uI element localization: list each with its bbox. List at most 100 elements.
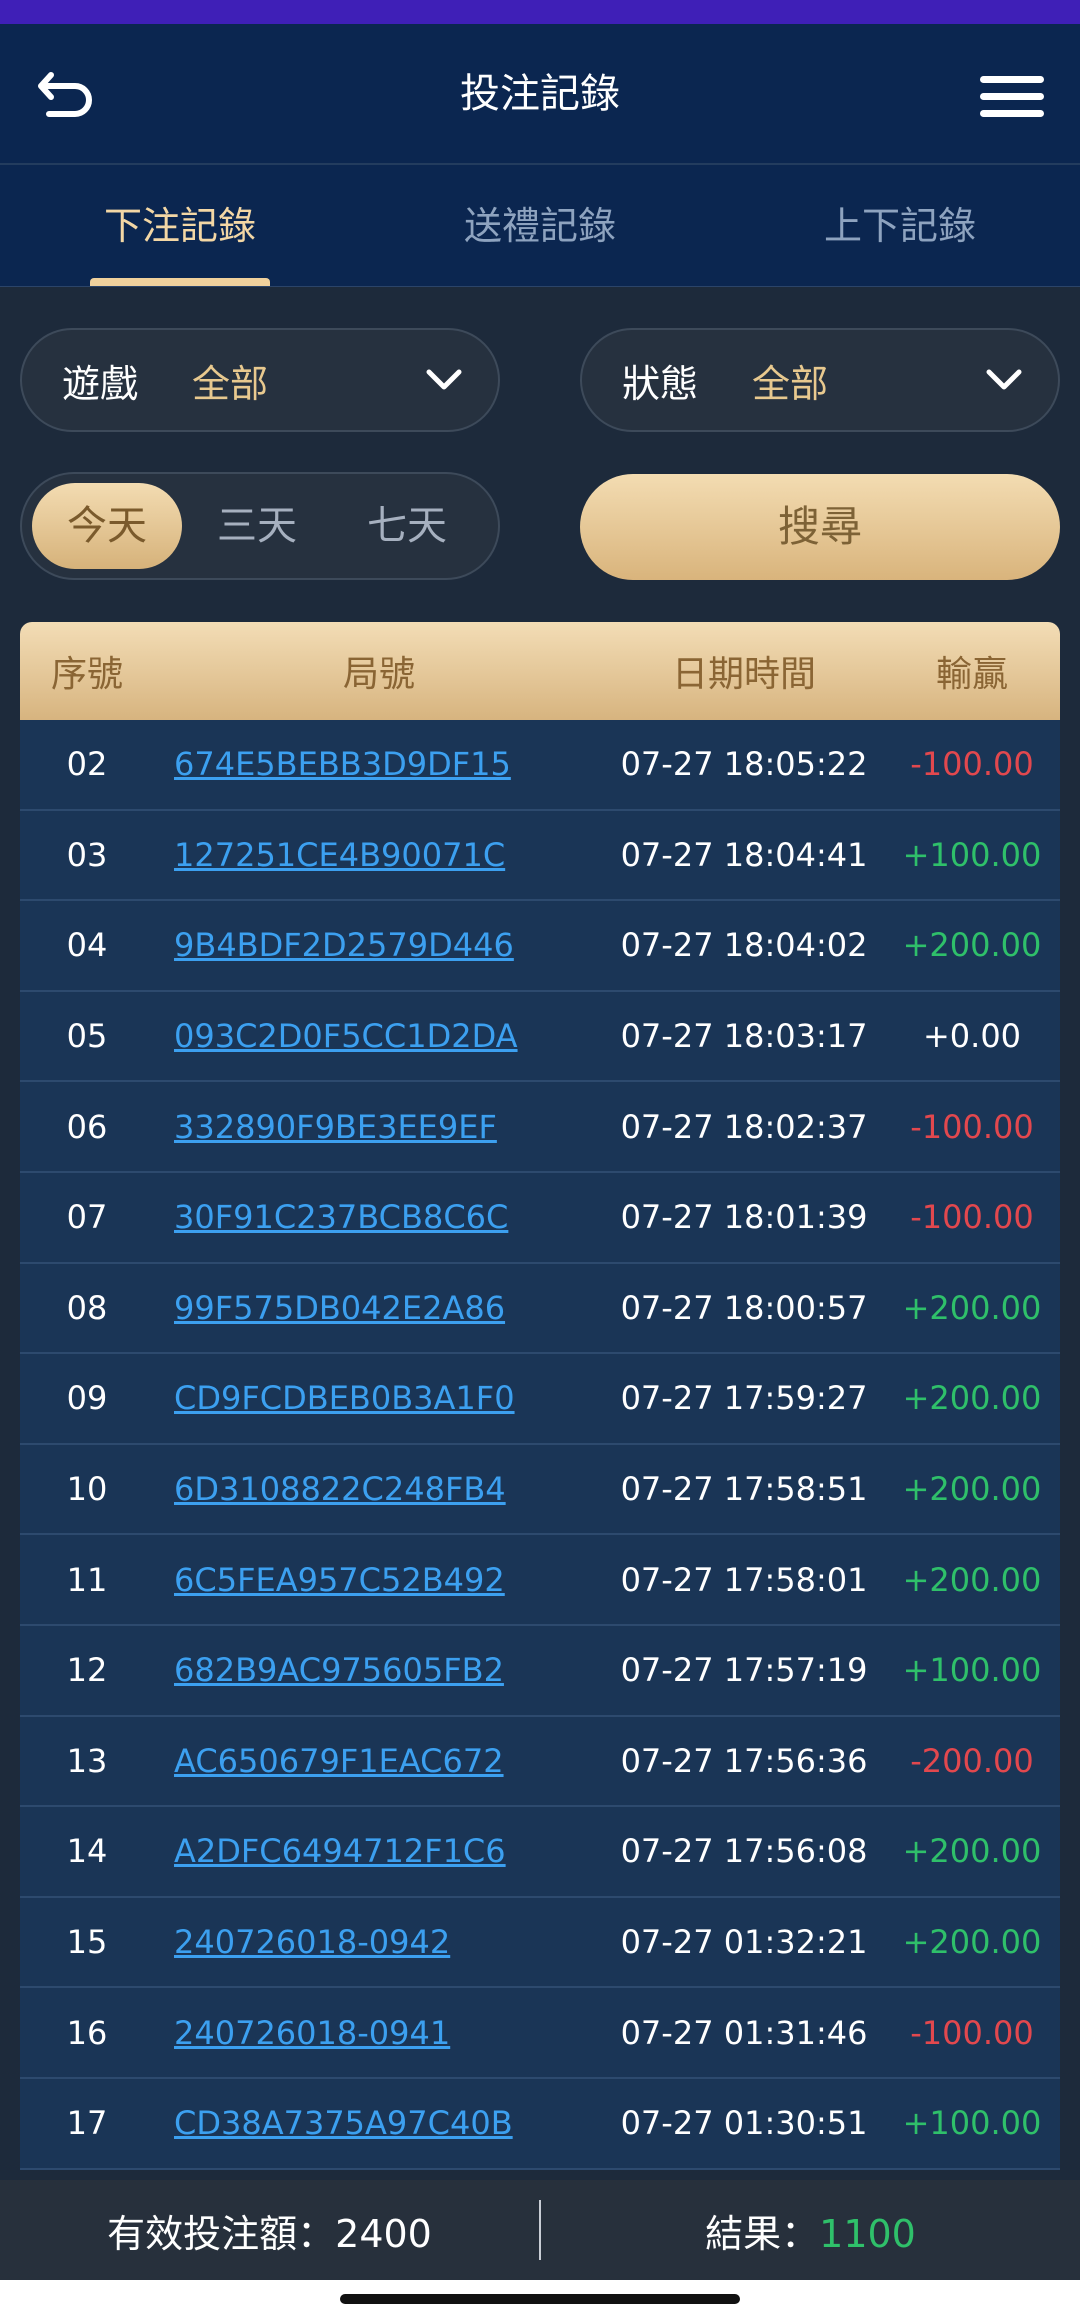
- table-row: 14 A2DFC6494712F1C6 07-27 17:56:08 +200.00: [20, 1807, 1060, 1898]
- row-datetime: 07-27 18:00:57: [620, 1288, 868, 1327]
- row-round-cell: 332890F9BE3EE9EF: [154, 1108, 604, 1146]
- row-win-loss: +100.00: [902, 1651, 1042, 1690]
- row-index: 08: [66, 1288, 108, 1327]
- row-index: 17: [66, 2104, 108, 2143]
- round-id-link[interactable]: 127251CE4B90071C: [174, 836, 505, 874]
- tab-bet-records[interactable]: 下注記錄: [0, 165, 360, 286]
- row-round-cell: A2DFC6494712F1C6: [154, 1832, 604, 1870]
- table-row: 03 127251CE4B90071C 07-27 18:04:41 +100.00: [20, 810, 1060, 902]
- row-round-cell: 682B9AC975605FB2: [154, 1651, 604, 1689]
- range-three-days-button[interactable]: 三天: [182, 483, 332, 569]
- row-win-loss: -200.00: [910, 1741, 1034, 1780]
- status-filter-value: 全部: [752, 361, 829, 406]
- valid-bet-summary: 有效投注額：2400: [0, 2203, 539, 2258]
- game-filter-dropdown[interactable]: 遊戲 全部: [20, 328, 500, 432]
- round-id-link[interactable]: 240726018-0942: [174, 1923, 450, 1961]
- bet-records-table: 序號 局號 日期時間 輸贏 02 674E5BEBB3D9DF15 07-27 18…: [20, 622, 1060, 2170]
- row-round-cell: 9B4BDF2D2579D446: [154, 926, 604, 964]
- table-row: 06 332890F9BE3EE9EF 07-27 18:02:37 -100.00: [20, 1082, 1060, 1173]
- row-round-cell: 6D3108822C248FB4: [154, 1470, 604, 1508]
- row-index: 10: [66, 1470, 108, 1509]
- row-round-cell: 093C2D0F5CC1D2DA: [154, 1017, 604, 1055]
- row-datetime: 07-27 17:58:01: [620, 1560, 868, 1599]
- row-index: 12: [66, 1651, 108, 1690]
- table-row: 04 9B4BDF2D2579D446 07-27 18:04:02 +200.00: [20, 901, 1060, 992]
- round-id-link[interactable]: A2DFC6494712F1C6: [174, 1832, 506, 1870]
- row-index: 03: [66, 835, 108, 874]
- range-seven-days-button[interactable]: 七天: [332, 483, 482, 569]
- menu-button[interactable]: [980, 66, 1044, 126]
- header-datetime: 日期時間: [671, 654, 816, 695]
- row-datetime: 07-27 01:30:51: [620, 2104, 868, 2143]
- round-id-link[interactable]: 093C2D0F5CC1D2DA: [174, 1017, 518, 1055]
- table-row: 11 6C5FEA957C52B492 07-27 17:58:01 +200.00: [20, 1535, 1060, 1626]
- row-win-loss: +200.00: [902, 926, 1042, 965]
- home-indicator[interactable]: [340, 2294, 740, 2304]
- valid-bet-value: 2400: [335, 2211, 432, 2256]
- status-filter-dropdown[interactable]: 狀態 全部: [580, 328, 1060, 432]
- table-row: 13 AC650679F1EAC672 07-27 17:56:36 -200.00: [20, 1716, 1060, 1808]
- row-round-cell: 6C5FEA957C52B492: [154, 1561, 604, 1599]
- hamburger-menu-icon: [980, 75, 1044, 83]
- tab-transfer-records[interactable]: 上下記錄: [720, 165, 1080, 286]
- row-win-loss: +200.00: [902, 1288, 1042, 1327]
- tab-gift-records[interactable]: 送禮記錄: [360, 165, 720, 286]
- row-round-cell: 127251CE4B90071C: [154, 836, 604, 874]
- row-index: 11: [66, 1560, 108, 1599]
- table-row: 09 CD9FCDBEB0B3A1F0 07-27 17:59:27 +200.00: [20, 1354, 1060, 1445]
- row-win-loss: -100.00: [910, 1107, 1034, 1146]
- round-id-link[interactable]: 240726018-0941: [174, 2014, 450, 2052]
- result-label: 結果：: [705, 2211, 820, 2256]
- row-datetime: 07-27 18:04:02: [620, 926, 868, 965]
- chevron-down-icon: [424, 360, 464, 400]
- table-row: 08 99F575DB042E2A86 07-27 18:00:57 +200.00: [20, 1263, 1060, 1355]
- table-row: 07 30F91C237BCB8C6C 07-27 18:01:39 -100.00: [20, 1172, 1060, 1264]
- row-datetime: 07-27 18:04:41: [620, 835, 868, 874]
- row-index: 05: [66, 1017, 108, 1056]
- header: 投注記錄: [0, 24, 1080, 165]
- row-datetime: 07-27 01:32:21: [620, 1923, 868, 1962]
- row-win-loss: -100.00: [910, 2013, 1034, 2052]
- tab-bar: 下注記錄 送禮記錄 上下記錄: [0, 165, 1080, 287]
- row-datetime: 07-27 17:58:51: [620, 1470, 868, 1509]
- row-round-cell: 240726018-0942: [154, 1923, 604, 1961]
- row-index: 04: [66, 926, 108, 965]
- search-button[interactable]: 搜尋: [580, 474, 1060, 580]
- row-datetime: 07-27 17:57:19: [620, 1651, 868, 1690]
- header-win-loss: 輸贏: [935, 654, 1008, 695]
- round-id-link[interactable]: 6D3108822C248FB4: [174, 1470, 506, 1508]
- range-today-button[interactable]: 今天: [32, 483, 182, 569]
- row-round-cell: 240726018-0941: [154, 2014, 604, 2052]
- row-datetime: 07-27 17:56:08: [620, 1832, 868, 1871]
- table-header: 序號 局號 日期時間 輸贏: [20, 622, 1060, 720]
- row-datetime: 07-27 18:01:39: [620, 1198, 868, 1237]
- row-win-loss: -100.00: [910, 745, 1034, 784]
- round-id-link[interactable]: 99F575DB042E2A86: [174, 1289, 505, 1327]
- status-filter-label: 狀態: [622, 361, 699, 406]
- row-win-loss: +200.00: [902, 1560, 1042, 1599]
- round-id-link[interactable]: 674E5BEBB3D9DF15: [174, 745, 511, 783]
- row-win-loss: +200.00: [902, 1470, 1042, 1509]
- row-datetime: 07-27 01:31:46: [620, 2013, 868, 2052]
- row-round-cell: 30F91C237BCB8C6C: [154, 1198, 604, 1236]
- round-id-link[interactable]: 6C5FEA957C52B492: [174, 1561, 505, 1599]
- table-row: 10 6D3108822C248FB4 07-27 17:58:51 +200.00: [20, 1444, 1060, 1536]
- game-filter-value: 全部: [192, 361, 269, 406]
- row-datetime: 07-27 18:05:22: [620, 745, 868, 784]
- round-id-link[interactable]: CD38A7375A97C40B: [174, 2104, 513, 2142]
- row-round-cell: CD38A7375A97C40B: [154, 2104, 604, 2142]
- row-round-cell: 99F575DB042E2A86: [154, 1289, 604, 1327]
- row-win-loss: +200.00: [902, 1923, 1042, 1962]
- table-row: 05 093C2D0F5CC1D2DA 07-27 18:03:17 +0.00: [20, 991, 1060, 1083]
- round-id-link[interactable]: 9B4BDF2D2579D446: [174, 926, 514, 964]
- round-id-link[interactable]: 332890F9BE3EE9EF: [174, 1108, 497, 1146]
- round-id-link[interactable]: 682B9AC975605FB2: [174, 1651, 504, 1689]
- round-id-link[interactable]: CD9FCDBEB0B3A1F0: [174, 1379, 515, 1417]
- table-body: 02 674E5BEBB3D9DF15 07-27 18:05:22 -100.00 0…: [20, 720, 1060, 2170]
- round-id-link[interactable]: 30F91C237BCB8C6C: [174, 1198, 508, 1236]
- table-row: 17 CD38A7375A97C40B 07-27 01:30:51 +100.00: [20, 2078, 1060, 2170]
- row-datetime: 07-27 18:03:17: [620, 1017, 868, 1056]
- row-win-loss: +200.00: [902, 1832, 1042, 1871]
- row-index: 14: [66, 1832, 108, 1871]
- round-id-link[interactable]: AC650679F1EAC672: [174, 1742, 504, 1780]
